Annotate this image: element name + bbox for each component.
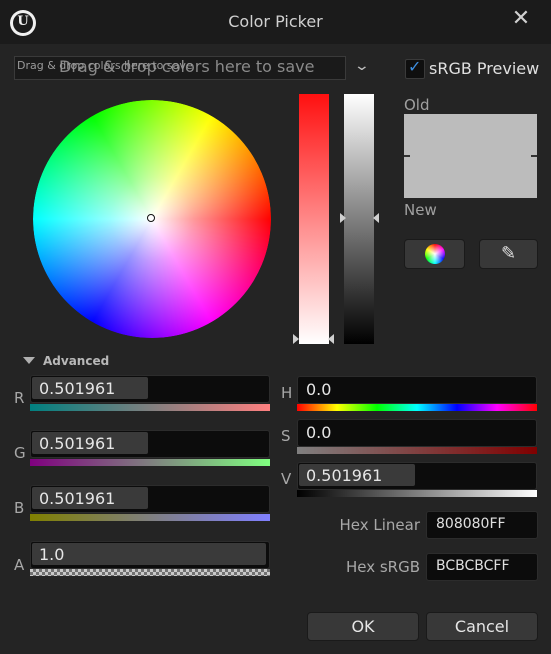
h-value: 0.0 bbox=[306, 380, 332, 399]
value-slider-handle-left[interactable] bbox=[340, 213, 346, 223]
r-value: 0.501961 bbox=[39, 379, 116, 398]
v-value: 0.501961 bbox=[306, 466, 383, 485]
hex-linear-field[interactable]: 808080FF bbox=[426, 511, 538, 539]
v-label: V bbox=[281, 470, 292, 488]
window-title: Color Picker bbox=[228, 12, 323, 31]
s-value: 0.0 bbox=[306, 423, 332, 442]
srgb-preview-label: sRGB Preview bbox=[429, 59, 540, 78]
color-wheel-icon bbox=[425, 244, 445, 264]
drop-zone-hint: Drag & drop colors here to save bbox=[17, 59, 193, 72]
v-field[interactable]: 0.501961 bbox=[297, 462, 537, 490]
value-slider-handle-right[interactable] bbox=[373, 213, 379, 223]
close-icon[interactable]: ✕ bbox=[508, 6, 534, 32]
g-gradient-slider[interactable] bbox=[30, 459, 270, 466]
hex-srgb-field[interactable]: BCBCBCFF bbox=[426, 553, 538, 581]
g-field[interactable]: 0.501961 bbox=[30, 430, 270, 458]
value-slider[interactable] bbox=[344, 94, 374, 344]
old-color-label: Old bbox=[404, 96, 430, 114]
swatch-divider-left bbox=[404, 155, 410, 157]
srgb-preview-checkbox[interactable]: ✓ bbox=[405, 57, 425, 79]
b-value: 0.501961 bbox=[39, 489, 116, 508]
swatch-divider-right bbox=[531, 155, 537, 157]
b-label: B bbox=[14, 499, 25, 517]
saturation-slider-handle-right[interactable] bbox=[328, 334, 334, 344]
b-gradient-slider[interactable] bbox=[30, 514, 270, 521]
new-color-label: New bbox=[404, 201, 437, 219]
a-field[interactable]: 1.0 bbox=[30, 541, 270, 569]
h-label: H bbox=[281, 384, 293, 402]
s-gradient-slider[interactable] bbox=[297, 447, 537, 454]
a-value: 1.0 bbox=[39, 545, 65, 564]
s-label: S bbox=[281, 427, 291, 445]
v-gradient-slider[interactable] bbox=[297, 490, 537, 497]
r-label: R bbox=[14, 389, 25, 407]
hex-linear-label: Hex Linear bbox=[339, 516, 420, 534]
color-drop-zone[interactable]: Drag & drop colors here to save Drag & d… bbox=[14, 56, 346, 80]
hex-srgb-label: Hex sRGB bbox=[345, 558, 420, 576]
g-label: G bbox=[14, 444, 26, 462]
hex-linear-value: 808080FF bbox=[436, 516, 506, 532]
r-field[interactable]: 0.501961 bbox=[30, 375, 270, 403]
h-field[interactable]: 0.0 bbox=[297, 376, 537, 404]
color-preview-swatch bbox=[404, 114, 537, 198]
a-gradient-slider[interactable] bbox=[30, 569, 270, 576]
unreal-logo-icon: U bbox=[10, 10, 36, 36]
advanced-section-label[interactable]: Advanced bbox=[43, 354, 109, 368]
color-wheel-mode-button[interactable] bbox=[404, 239, 465, 269]
b-field[interactable]: 0.501961 bbox=[30, 485, 270, 513]
s-field[interactable]: 0.0 bbox=[297, 419, 537, 447]
cancel-button[interactable]: Cancel bbox=[426, 612, 538, 641]
color-wheel-marker[interactable] bbox=[147, 214, 155, 222]
g-value: 0.501961 bbox=[39, 434, 116, 453]
r-gradient-slider[interactable] bbox=[30, 404, 270, 411]
a-label: A bbox=[14, 556, 25, 574]
h-gradient-slider[interactable] bbox=[297, 404, 537, 411]
checkmark-icon: ✓ bbox=[408, 57, 422, 76]
ok-button[interactable]: OK bbox=[307, 612, 419, 641]
saturation-slider[interactable] bbox=[299, 94, 329, 344]
eyedropper-icon: ✎ bbox=[500, 243, 517, 264]
chevron-down-icon[interactable]: ⌄ bbox=[354, 58, 370, 74]
hex-srgb-value: BCBCBCFF bbox=[436, 558, 510, 574]
advanced-collapse-icon[interactable] bbox=[23, 357, 35, 364]
eyedropper-button[interactable]: ✎ bbox=[479, 239, 538, 269]
saturation-slider-handle-left[interactable] bbox=[293, 334, 299, 344]
